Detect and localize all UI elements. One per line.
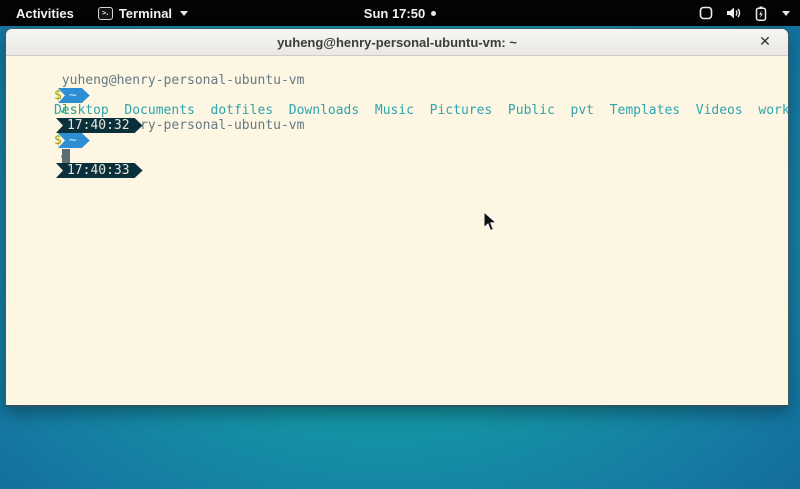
directory-listing: Desktop Documents dotfiles Downloads Mus… bbox=[54, 103, 789, 118]
close-button[interactable]: ✕ bbox=[756, 33, 774, 51]
terminal-window: yuheng@henry-personal-ubuntu-vm: ~ ✕ yuh… bbox=[5, 28, 789, 407]
terminal-prompt-line-1: yuheng@henry-personal-ubuntu-vm ~ ✓ 17:4… bbox=[7, 58, 787, 73]
terminal-screen[interactable]: yuheng@henry-personal-ubuntu-vm ~ ✓ 17:4… bbox=[6, 56, 788, 407]
powerline-dir-segment: ~ bbox=[58, 133, 90, 148]
app-menu-label: Terminal bbox=[119, 6, 172, 21]
battery-charging-icon bbox=[755, 6, 767, 21]
volume-icon bbox=[726, 6, 742, 20]
chevron-down-icon bbox=[180, 11, 188, 16]
screen-icon bbox=[699, 6, 713, 20]
clock-label: Sun 17:50 bbox=[364, 6, 425, 21]
terminal-icon: >. bbox=[98, 7, 113, 20]
window-title: yuheng@henry-personal-ubuntu-vm: ~ bbox=[6, 35, 788, 50]
text-cursor-block bbox=[62, 149, 70, 163]
activities-button[interactable]: Activities bbox=[12, 6, 78, 21]
system-status-menu[interactable] bbox=[699, 6, 790, 21]
top-panel: Activities >. Terminal Sun 17:50 bbox=[0, 0, 800, 26]
prompt-user-host: yuheng@henry-personal-ubuntu-vm bbox=[54, 73, 304, 88]
powerline-dir-segment: ~ bbox=[58, 88, 90, 103]
powerline-time-segment: 17:40:33 bbox=[56, 163, 143, 178]
clock-button[interactable]: Sun 17:50 bbox=[364, 6, 436, 21]
window-titlebar[interactable]: yuheng@henry-personal-ubuntu-vm: ~ ✕ bbox=[6, 29, 788, 56]
chevron-down-icon bbox=[782, 11, 790, 16]
app-menu-terminal[interactable]: >. Terminal bbox=[98, 6, 188, 21]
terminal-listing-line: Desktop Documents dotfiles Downloads Mus… bbox=[7, 88, 787, 103]
notification-dot-icon bbox=[431, 11, 436, 16]
powerline-time-segment: 17:40:32 bbox=[56, 118, 143, 133]
